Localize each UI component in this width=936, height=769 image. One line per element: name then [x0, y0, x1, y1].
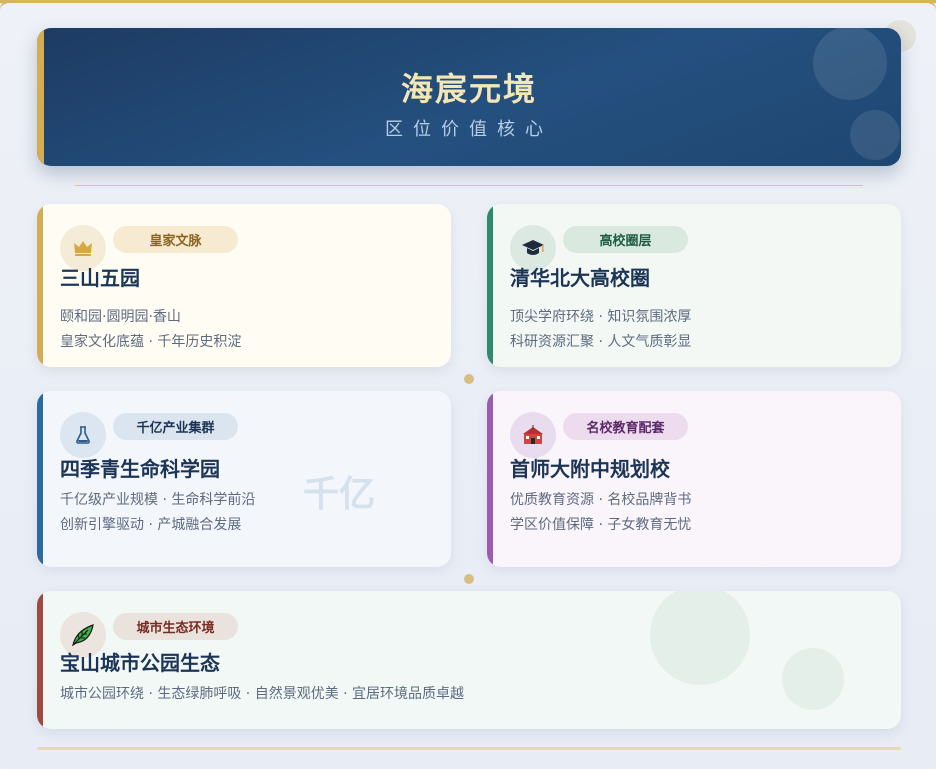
- card-detail-line: 千亿级产业规模 · 生命科学前沿: [60, 492, 256, 508]
- card-accent-bar: [37, 391, 43, 567]
- connector-dot: [464, 574, 474, 584]
- card-detail-line: 城市公园环绕 · 生态绿肺呼吸 · 自然景观优美 · 宜居环境品质卓越: [60, 686, 465, 702]
- section-divider: [75, 185, 863, 186]
- card-park-ecology[interactable]: 城市生态环境 宝山城市公园生态 城市公园环绕 · 生态绿肺呼吸 · 自然景观优美…: [37, 591, 901, 729]
- header-banner: 海宸元境 区位价值核心: [37, 28, 901, 166]
- watermark-text: 千亿: [303, 474, 376, 515]
- card-school-planning[interactable]: 名校教育配套 首师大附中规划校 优质教育资源 · 名校品牌背书 学区价值保障 ·…: [487, 391, 901, 567]
- card-title: 首师大附中规划校: [510, 457, 670, 481]
- card-detail-line: 科研资源汇聚 · 人文气质彰显: [510, 334, 692, 350]
- page-title: 海宸元境: [400, 70, 537, 108]
- card-detail-line: 学区价值保障 · 子女教育无忧: [510, 517, 692, 533]
- category-tag: 千亿产业集群: [113, 413, 238, 440]
- category-tag: 皇家文脉: [113, 226, 238, 253]
- card-accent-bar: [37, 591, 43, 729]
- card-detail-line: 创新引擎驱动 · 产城融合发展: [60, 517, 242, 533]
- card-accent-bar: [487, 204, 493, 367]
- card-title: 清华北大高校圈: [510, 266, 650, 290]
- connector-dot: [464, 374, 474, 384]
- card-life-science-park[interactable]: 千亿产业集群 四季青生命科学园 千亿级产业规模 · 生命科学前沿 创新引擎驱动 …: [37, 391, 451, 567]
- bottom-accent-line: [37, 747, 901, 750]
- card-title: 宝山城市公园生态: [60, 651, 220, 675]
- card-accent-bar: [487, 391, 493, 567]
- card-title: 四季青生命科学园: [60, 457, 220, 481]
- decorative-bubble: [650, 591, 750, 685]
- decorative-bubble: [782, 648, 844, 710]
- card-university-circle[interactable]: 高校圈层 清华北大高校圈 顶尖学府环绕 · 知识氛围浓厚 科研资源汇聚 · 人文…: [487, 204, 901, 367]
- card-royal-heritage[interactable]: 皇家文脉 三山五园 颐和园·圆明园·香山 皇家文化底蕴 · 千年历史积淀: [37, 204, 451, 367]
- card-title: 三山五园: [60, 266, 140, 290]
- card-accent-bar: [37, 204, 43, 367]
- category-tag: 高校圈层: [563, 226, 688, 253]
- category-tag: 名校教育配套: [563, 413, 688, 440]
- card-detail-line: 颐和园·圆明园·香山: [60, 309, 181, 325]
- page-subtitle: 区位价值核心: [385, 119, 553, 140]
- card-detail-line: 皇家文化底蕴 · 千年历史积淀: [60, 334, 242, 350]
- top-accent-line: [0, 0, 936, 3]
- flask-icon: [60, 412, 106, 458]
- school-icon: [510, 412, 556, 458]
- category-tag: 城市生态环境: [113, 613, 238, 640]
- card-detail-line: 优质教育资源 · 名校品牌背书: [510, 492, 692, 508]
- card-detail-line: 顶尖学府环绕 · 知识氛围浓厚: [510, 309, 692, 325]
